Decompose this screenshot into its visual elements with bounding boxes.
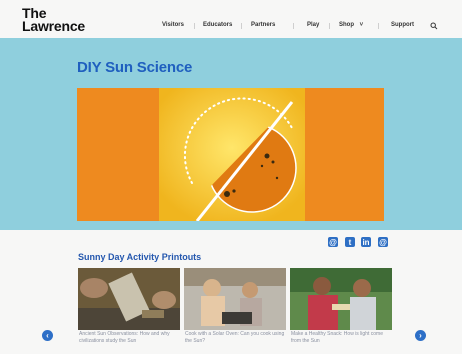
activity-card-image[interactable] (290, 268, 392, 330)
search-icon[interactable] (430, 22, 438, 30)
card-caption[interactable]: Make a Healthy Snack: How is light come … (291, 331, 391, 353)
activity-card-image[interactable] (184, 268, 286, 330)
hero-banner: DIY Sun Science (0, 38, 462, 230)
sun-illustration (77, 88, 384, 221)
card-caption[interactable]: Cook with a Solar Oven: Can you cook usi… (185, 331, 285, 353)
share-pinterest-icon[interactable]: @ (328, 237, 338, 247)
main-nav: Visitors Educators Partners Play Shop ˅ … (0, 22, 462, 32)
page-title: DIY Sun Science (77, 59, 193, 76)
activity-card-image[interactable] (78, 268, 180, 330)
card-photo (184, 268, 286, 330)
carousel-prev-button[interactable]: ‹ (42, 330, 53, 341)
nav-shop[interactable]: Shop ˅ (339, 22, 363, 28)
nav-play[interactable]: Play (307, 22, 319, 28)
nav-divider (293, 23, 294, 29)
share-linkedin-icon[interactable]: in (361, 237, 371, 247)
carousel-next-button[interactable]: › (415, 330, 426, 341)
card-photo (78, 268, 180, 330)
chevron-down-icon: ˅ (359, 22, 364, 28)
nav-support[interactable]: Support (391, 22, 414, 28)
nav-divider (378, 23, 379, 29)
nav-partners[interactable]: Partners (251, 22, 275, 28)
section-title: Sunny Day Activity Printouts (78, 252, 202, 262)
card-photo (290, 268, 392, 330)
nav-divider (194, 23, 195, 29)
nav-divider (241, 23, 242, 29)
nav-visitors[interactable]: Visitors (162, 22, 184, 28)
share-twitter-icon[interactable]: t (345, 237, 355, 247)
card-caption[interactable]: Ancient Sun Observations: How and why ci… (79, 331, 179, 353)
nav-educators[interactable]: Educators (203, 22, 232, 28)
nav-shop-label: Shop (339, 22, 354, 28)
share-email-icon[interactable]: @ (378, 237, 388, 247)
nav-divider (329, 23, 330, 29)
